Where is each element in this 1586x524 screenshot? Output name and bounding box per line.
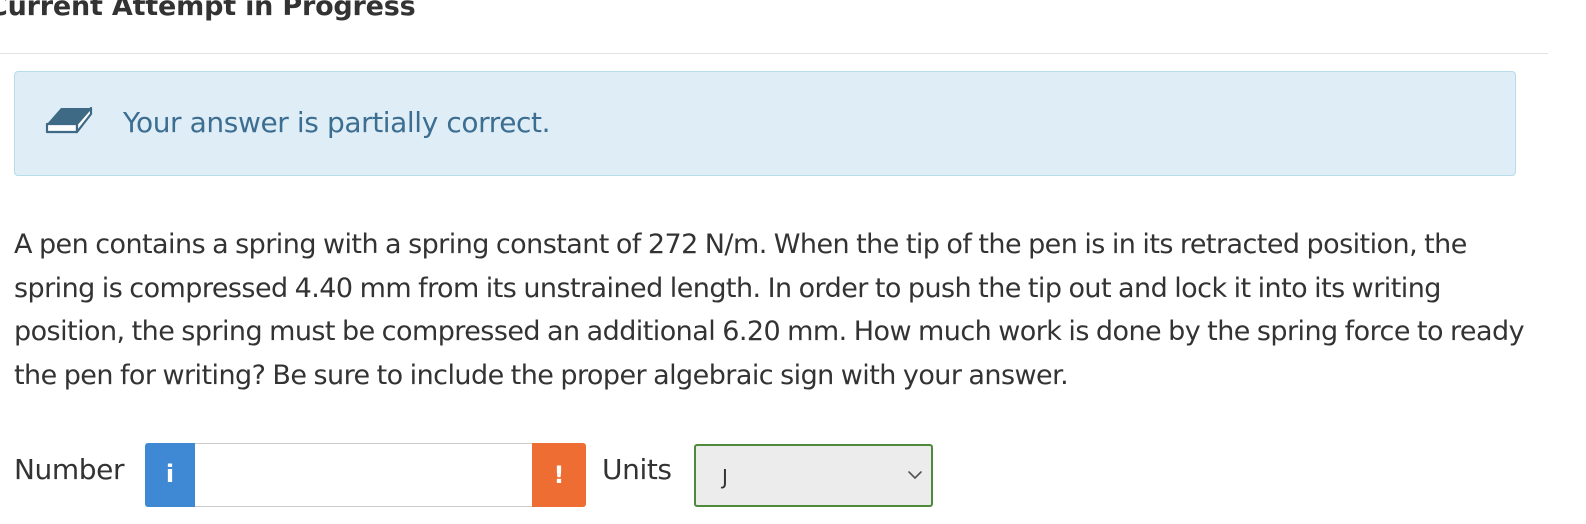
warning-button[interactable]: ! xyxy=(532,443,586,507)
number-input[interactable] xyxy=(195,443,532,507)
units-selected-value: J xyxy=(722,465,728,489)
number-label: Number xyxy=(14,453,125,486)
info-button[interactable]: i xyxy=(145,443,195,507)
feedback-alert: Your answer is partially correct. xyxy=(14,71,1516,176)
eraser-icon xyxy=(45,106,93,134)
chevron-down-icon xyxy=(908,471,922,479)
header-divider xyxy=(0,53,1548,54)
question-text: A pen contains a spring with a spring co… xyxy=(14,229,1525,391)
assignment-page: Current Attempt in Progress Your answer … xyxy=(0,0,1586,524)
units-label: Units xyxy=(602,453,672,486)
page-title: Current Attempt in Progress xyxy=(0,0,416,22)
answer-row: Number i ! Units J xyxy=(14,443,1014,507)
units-select[interactable]: J xyxy=(694,444,933,507)
feedback-message: Your answer is partially correct. xyxy=(123,106,551,139)
